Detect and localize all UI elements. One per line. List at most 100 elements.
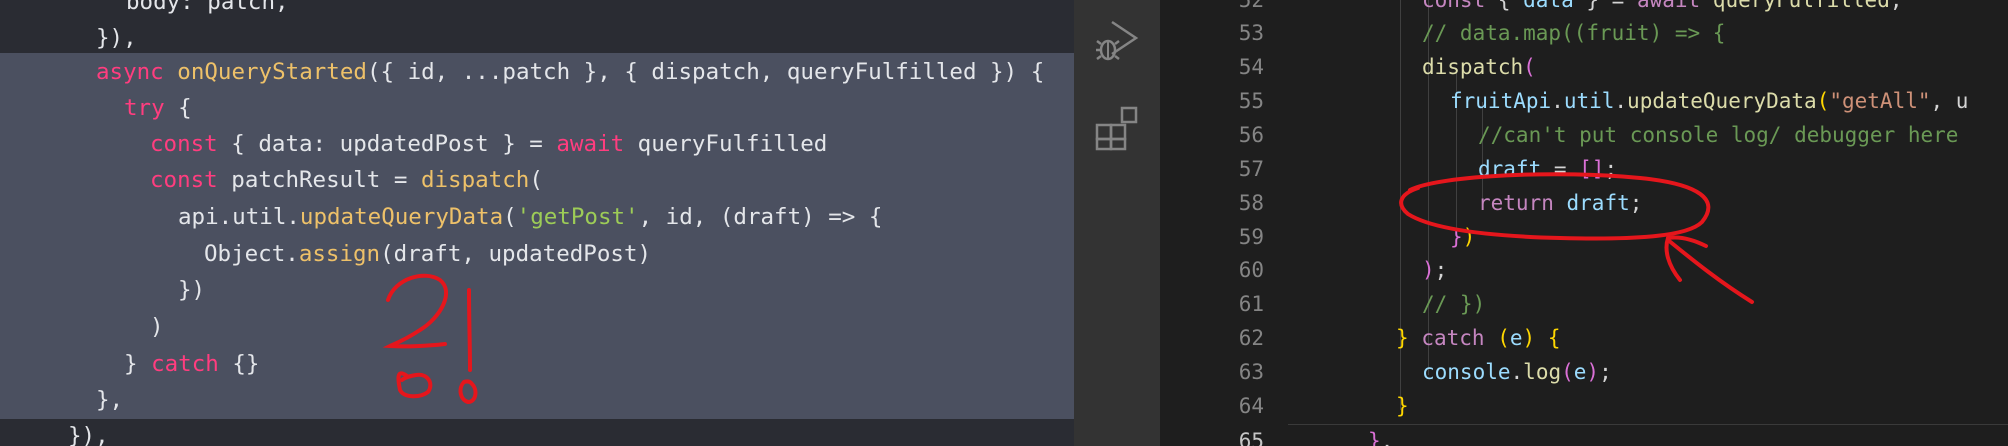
code-token: { data: updatedPost } = [217, 131, 557, 157]
code-line: return draft; [1478, 186, 1642, 220]
code-token: log [1523, 360, 1562, 384]
code-token: async [96, 59, 178, 85]
code-token: api.util. [178, 204, 300, 230]
code-token: ( [1523, 55, 1536, 79]
code-token: ) [1422, 258, 1435, 282]
extensions-icon[interactable] [1094, 104, 1142, 152]
code-token: = [1541, 157, 1580, 181]
code-token: . [1614, 89, 1628, 113]
code-token: , id, (draft) => { [638, 204, 883, 230]
code-line: }, [1368, 424, 1393, 446]
code-token: e [1573, 360, 1587, 384]
code-token: queryFulfilled [1712, 0, 1890, 12]
code-token: ; [1604, 157, 1618, 181]
code-line: fruitApi.util.updateQueryData("getAll", … [1450, 84, 1968, 118]
code-token: ; [1889, 0, 1903, 12]
code-token: ( [1497, 326, 1510, 350]
left-code-editor[interactable]: body: patch,}), async onQueryStarted({ id… [0, 0, 1074, 446]
activity-bar [1074, 0, 1160, 446]
code-token: {} [218, 351, 260, 377]
code-token: draft [1478, 157, 1542, 181]
code-token: // data.map((fruit) => { [1422, 21, 1726, 45]
code-token: { [1485, 0, 1524, 12]
code-line: } catch (e) { [1396, 321, 1560, 355]
code-line: ); [1422, 253, 1447, 287]
code-token: { [1547, 326, 1561, 350]
code-token: assign [298, 241, 381, 267]
code-line: } catch {} [124, 346, 259, 382]
code-token: await [1636, 0, 1701, 12]
code-token: [] [1579, 157, 1605, 181]
code-line: Object.assign(draft, updatedPost) [204, 236, 651, 272]
code-token: catch [1421, 326, 1485, 350]
code-token: //can't put console log/ debugger here [1478, 123, 1959, 147]
code-token: ( [503, 204, 517, 230]
code-token: const [1422, 0, 1486, 12]
code-token: }), [68, 423, 109, 446]
code-token: }) [178, 277, 206, 303]
code-token: onQueryStarted [177, 59, 367, 85]
code-token: // }) [1422, 292, 1486, 316]
code-token: draft [1566, 191, 1630, 215]
code-token: ) [1586, 360, 1600, 384]
code-token: const [150, 167, 218, 193]
code-token: (draft, updatedPost) [380, 241, 652, 267]
code-token: } [1368, 429, 1381, 446]
code-line: async onQueryStarted({ id, ...patch }, {… [96, 54, 1044, 90]
code-token: util [1563, 89, 1615, 113]
code-token: updateQueryData [1627, 89, 1817, 113]
code-token: await [556, 131, 625, 157]
code-token: } [1396, 394, 1409, 418]
code-line: console.log(e); [1422, 355, 1612, 389]
code-token: try [124, 95, 165, 121]
code-token: ( [1561, 360, 1574, 384]
code-token: queryFulfilled [624, 131, 828, 157]
code-token: } [1396, 326, 1409, 350]
code-line: }), [96, 20, 137, 56]
code-token: body: patch, [126, 0, 289, 15]
code-token: . [1551, 89, 1564, 113]
code-line: }) [178, 272, 205, 308]
code-token: { [164, 95, 192, 121]
code-token: dispatch [420, 167, 530, 193]
code-token: e [1509, 326, 1523, 350]
code-token: ) [1462, 225, 1476, 249]
code-token: , [1380, 429, 1394, 446]
code-line: ) [150, 309, 164, 345]
code-token: } = [1573, 0, 1637, 12]
code-token: ( [1816, 89, 1830, 113]
code-token: "getAll" [1829, 89, 1931, 113]
code-line: // }) [1422, 287, 1485, 321]
code-token: ( [529, 167, 543, 193]
code-line: }, [96, 382, 123, 418]
code-token: 'getPost' [516, 204, 639, 230]
code-token: Object. [204, 241, 299, 267]
code-line: } [1396, 389, 1409, 423]
code-token: fruitApi [1450, 89, 1552, 113]
current-line-border [1288, 424, 2008, 425]
code-token: dispatch [1422, 55, 1524, 79]
code-token: ; [1434, 258, 1448, 282]
code-token: ({ id, ...patch }, { dispatch, queryFulf… [366, 59, 1045, 85]
run-debug-icon[interactable] [1094, 18, 1142, 66]
code-token: data [1523, 0, 1574, 12]
right-code-editor[interactable]: 52 53 54 55 56 57 58 59 60 61 62 63 64 65 const { dat… [1160, 0, 2008, 446]
code-line: dispatch( [1422, 50, 1536, 84]
code-token: }, [96, 387, 124, 413]
code-line: api.util.updateQueryData('getPost', id, … [178, 199, 882, 235]
code-line: try { [124, 90, 192, 126]
code-token: ; [1629, 191, 1643, 215]
code-line: draft = []; [1478, 152, 1617, 186]
code-line: const { data: updatedPost } = await quer… [150, 126, 827, 162]
code-line: const patchResult = dispatch( [150, 162, 543, 198]
code-token: } [1450, 225, 1463, 249]
code-token: ) [150, 314, 164, 340]
code-token: updateQueryData [299, 204, 504, 230]
code-line: }), [68, 418, 109, 446]
code-token: patchResult = [217, 167, 421, 193]
right-code-lines: const { data } = await queryFulfilled; //… [1160, 0, 2008, 446]
